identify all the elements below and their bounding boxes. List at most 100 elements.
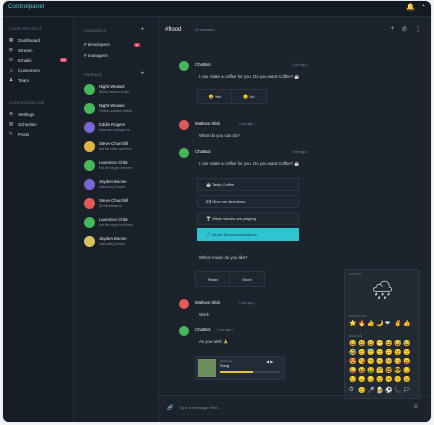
user-icon[interactable]: ◔ xyxy=(421,3,425,11)
smile-emoji[interactable]: 😣 xyxy=(403,376,412,383)
smile-emoji[interactable]: 😒 xyxy=(349,376,358,383)
quick-reply-relax[interactable]: Relax xyxy=(195,271,231,287)
smile-emoji[interactable]: 😊 xyxy=(358,349,367,356)
sidebar-item-settings[interactable]: ⚙ Settings xyxy=(3,109,73,119)
smile-emoji[interactable]: 😆 xyxy=(385,340,394,347)
message-text: What do you can do? xyxy=(199,133,240,138)
category-tab-emoji[interactable]: 🏳 xyxy=(403,387,412,394)
add-channel-button[interactable]: + xyxy=(140,27,144,33)
friend-item[interactable]: Night Weasel About creators of site xyxy=(84,83,154,99)
smile-emoji[interactable]: 😁 xyxy=(376,340,385,347)
more-icon[interactable]: ⋮ xyxy=(415,26,421,33)
add-icon[interactable]: + xyxy=(390,26,394,33)
message-time: 1 min ago ✓ xyxy=(217,328,235,332)
smile-emoji[interactable]: 😉 xyxy=(394,349,403,356)
audio-player[interactable]: Sickness Song ◀ ▶ xyxy=(195,356,285,380)
sidebar-item-customers[interactable]: ☺ Customers xyxy=(3,65,73,75)
option-movies[interactable]: 🍸 What movies are playing xyxy=(197,212,299,225)
option-directions[interactable]: 🍽 Give me directions xyxy=(197,195,299,208)
friend-item[interactable]: Jayden Boone Interesting Garden xyxy=(84,178,154,194)
option-coffee[interactable]: ☕ Tasty Coffee xyxy=(197,178,299,191)
friend-name: Night Weasel xyxy=(99,84,125,89)
quick-reply-work[interactable]: Work xyxy=(229,271,265,287)
category-tab-emoji[interactable]: ⏱ xyxy=(349,387,358,394)
smile-emoji[interactable]: 🙃 xyxy=(385,349,394,356)
smile-emoji[interactable]: 😛 xyxy=(403,358,412,365)
friend-item[interactable]: Night Weasel Please updated entities xyxy=(84,102,154,118)
smile-emoji[interactable]: 😏 xyxy=(403,367,412,374)
option-music[interactable]: 🎵 Music Recommendations xyxy=(197,228,299,241)
channel-developers[interactable]: # developers xyxy=(84,42,110,47)
friend-item[interactable]: Steve Churchill @Yellowfinance xyxy=(84,197,154,213)
smile-emoji[interactable]: 😇 xyxy=(367,349,376,356)
message-sender: Mathew Slick xyxy=(195,300,221,305)
smile-emoji[interactable]: 🙂 xyxy=(376,349,385,356)
category-tab-emoji[interactable]: 😊 xyxy=(358,387,367,394)
smile-emoji[interactable]: 😎 xyxy=(394,367,403,374)
phone-icon[interactable]: ✆ xyxy=(402,26,407,33)
message-time: 2 min ago ✓ xyxy=(239,122,257,126)
smile-emoji[interactable]: 😟 xyxy=(376,376,385,383)
friend-item[interactable]: Laurence Chile Not the single card here xyxy=(84,159,154,175)
sidebar-item-emails[interactable]: ✉ Emails 24 xyxy=(3,55,73,65)
friend-item[interactable]: Eddie Rogers Awesome changed to xyxy=(84,121,154,137)
popular-emoji[interactable]: ⭐ xyxy=(349,320,358,327)
popular-emoji[interactable]: ✌ xyxy=(394,320,403,327)
smile-emoji[interactable]: 🤣 xyxy=(349,349,358,356)
sidebar-item-schedule[interactable]: ▤ Schedule xyxy=(3,119,73,129)
avatar xyxy=(179,326,189,336)
smile-emoji[interactable]: 😃 xyxy=(358,340,367,347)
category-tab-emoji[interactable]: ⚽ xyxy=(385,387,394,394)
smile-emoji[interactable]: 😔 xyxy=(367,376,376,383)
mail-icon: ✉ xyxy=(9,57,13,62)
avatar xyxy=(179,148,189,158)
quick-reply-no[interactable]: 😞 No xyxy=(231,89,267,104)
bell-icon[interactable]: 🔔 xyxy=(406,3,415,11)
smile-emoji[interactable]: 🙁 xyxy=(394,376,403,383)
category-tab-emoji[interactable]: 🍺 xyxy=(376,387,385,394)
category-tab-emoji[interactable]: 📞 xyxy=(394,387,403,394)
play-controls-icon[interactable]: ◀ ▶ xyxy=(266,359,273,364)
smile-emoji[interactable]: 😙 xyxy=(376,358,385,365)
smile-emoji[interactable]: 😜 xyxy=(349,367,358,374)
friend-item[interactable]: Laurence Chile Not the single card here xyxy=(84,216,154,232)
popular-emoji[interactable]: ❤ xyxy=(385,320,394,327)
message-text: As you wish 🙏 xyxy=(199,339,229,344)
popular-emoji[interactable]: 👍 xyxy=(367,320,376,327)
attach-icon[interactable]: 🔗 xyxy=(167,405,173,411)
contacts-panel: CHANNELS + # developers 1 # managers FRI… xyxy=(74,17,159,422)
sidebar-item-posts[interactable]: ✎ Posts xyxy=(3,129,73,139)
category-tab-emoji[interactable]: 🎤 xyxy=(367,387,376,394)
smile-emoji[interactable]: 😀 xyxy=(349,340,358,347)
smile-emoji[interactable]: 😘 xyxy=(358,358,367,365)
popular-emoji[interactable]: 🔥 xyxy=(358,320,367,327)
smile-emoji[interactable]: 😄 xyxy=(367,340,376,347)
smile-emoji[interactable]: 😌 xyxy=(403,349,412,356)
friend-status: Awesome changed to xyxy=(99,128,130,132)
smile-emoji[interactable]: 😗 xyxy=(367,358,376,365)
smile-emoji[interactable]: 😅 xyxy=(394,340,403,347)
emoji-icon[interactable]: ☺ xyxy=(413,404,419,410)
smile-emoji[interactable]: 😋 xyxy=(394,358,403,365)
progress-track[interactable] xyxy=(220,371,280,373)
quick-reply-yes[interactable]: 😀 Yes xyxy=(197,89,233,104)
smile-emoji[interactable]: 😂 xyxy=(403,340,412,347)
smile-emoji[interactable]: 😞 xyxy=(358,376,367,383)
popular-emoji[interactable]: 👍 xyxy=(403,320,412,327)
smile-emoji[interactable]: 😚 xyxy=(385,358,394,365)
smile-emoji[interactable]: 😍 xyxy=(349,358,358,365)
friend-item[interactable]: Jayden Boone Interesting Garden xyxy=(84,235,154,251)
message-input[interactable]: Type a message here... xyxy=(179,405,221,410)
sidebar-item-dashboard[interactable]: ▦ Dashboard xyxy=(3,35,73,45)
smile-emoji[interactable]: 😕 xyxy=(385,376,394,383)
sidebar-item-stream[interactable]: ⊞ Stream xyxy=(3,45,73,55)
smile-emoji[interactable]: 🤓 xyxy=(385,367,394,374)
add-friend-button[interactable]: + xyxy=(140,71,144,77)
channel-managers[interactable]: # managers xyxy=(84,53,108,58)
popular-emoji[interactable]: 🌙 xyxy=(376,320,385,327)
smile-emoji[interactable]: 🤗 xyxy=(376,367,385,374)
smile-emoji[interactable]: 🤑 xyxy=(367,367,376,374)
sidebar-item-team[interactable]: ♟ Team xyxy=(3,75,73,85)
smile-emoji[interactable]: 😝 xyxy=(358,367,367,374)
friend-item[interactable]: Steve Churchill Not the other card here xyxy=(84,140,154,156)
